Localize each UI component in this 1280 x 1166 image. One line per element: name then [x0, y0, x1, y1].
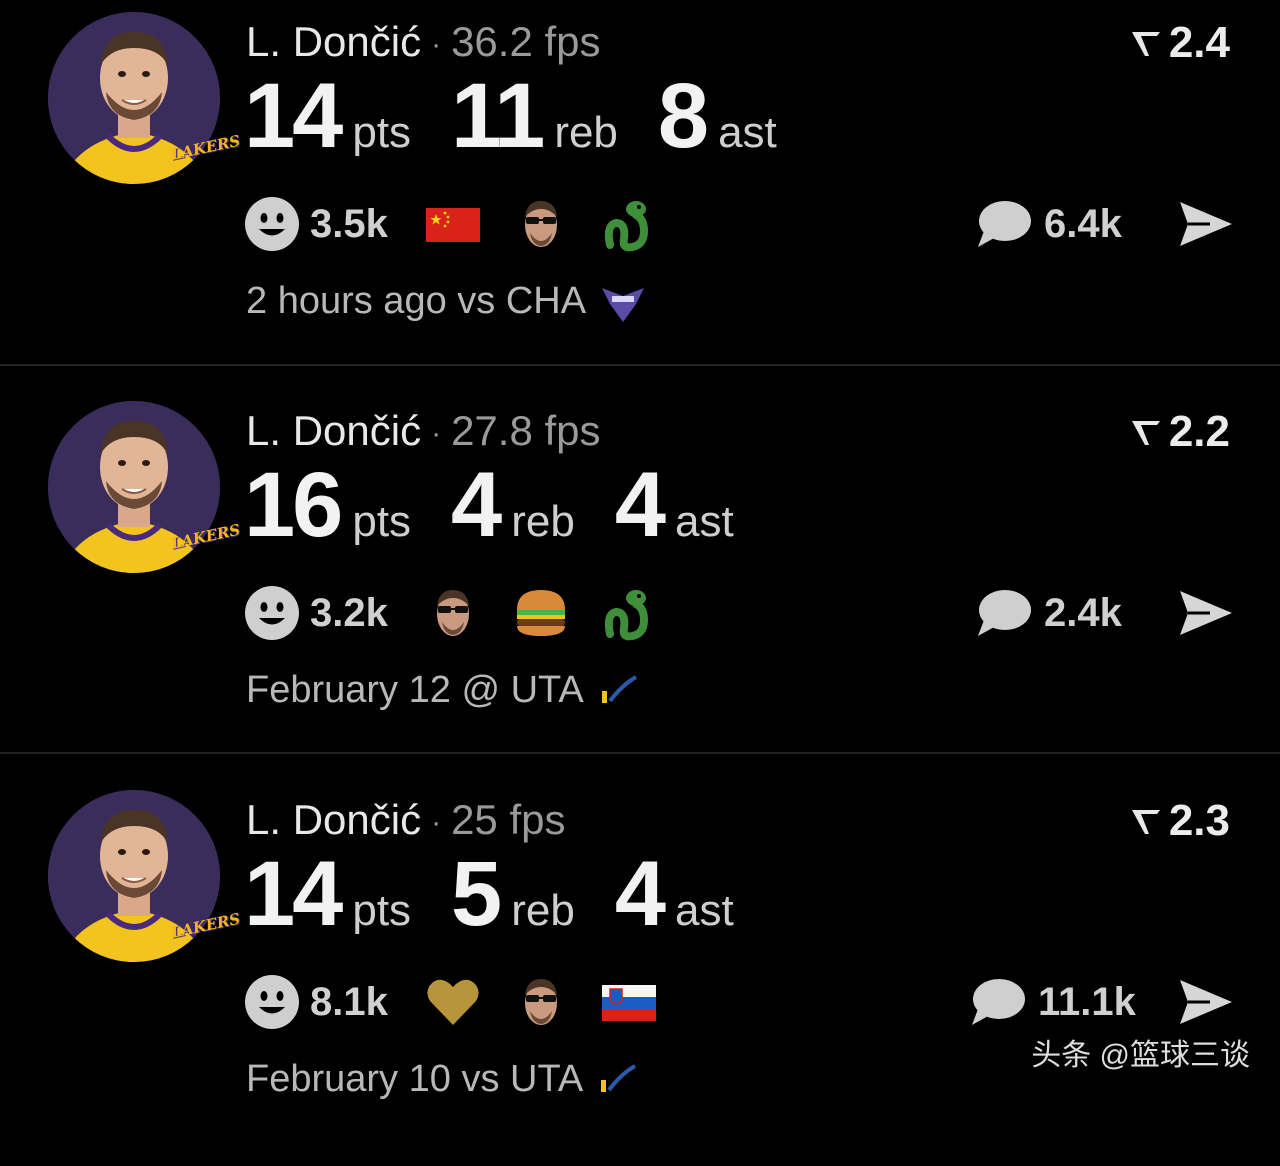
player-name[interactable]: L. Dončić [246, 18, 421, 65]
snake-emoji[interactable] [600, 584, 658, 642]
stat-line: 16 pts 4 reb 4 ast [244, 459, 774, 551]
stat-line: 14 pts 5 reb 4 ast [244, 848, 774, 940]
game-time-opponent[interactable]: 2 hours ago vs CHA [246, 280, 586, 323]
snake-emoji[interactable] [600, 195, 658, 253]
comment-icon [972, 979, 1025, 1025]
post-title: L. Dončić · 36.2 fps [246, 18, 601, 66]
gold-heart-emoji[interactable] [424, 973, 482, 1031]
reaction-count: 8.1k [310, 979, 388, 1024]
title-separator: · [431, 27, 442, 61]
comments[interactable]: 2.4k [974, 581, 1122, 645]
points-value: 14 [244, 843, 343, 945]
share-icon[interactable] [1176, 974, 1234, 1030]
rating[interactable]: 2.3 [1129, 796, 1230, 846]
post-card-3[interactable]: LAKERS L. Dončić · 25 fps 2.3 14 pts 5 reb 4… [0, 778, 1280, 1166]
sunglasses-luka-emoji[interactable] [424, 584, 482, 642]
sunglasses-luka-emoji[interactable] [512, 195, 570, 253]
assists-unit: ast [674, 886, 734, 935]
slovenia-flag-emoji[interactable] [600, 973, 658, 1031]
card-divider [0, 752, 1280, 754]
smiley-reaction-icon[interactable] [244, 974, 300, 1030]
comment-count: 6.4k [1044, 201, 1122, 246]
title-separator: · [431, 805, 442, 839]
share-icon[interactable] [1176, 196, 1234, 252]
reactions-bar: 3.2k [244, 581, 688, 645]
rating-icon [1131, 421, 1160, 445]
game-info: February 10 vs UTA [246, 1056, 645, 1102]
fantasy-points: 25 fps [451, 796, 566, 843]
points-value: 14 [244, 65, 343, 167]
points-value: 16 [244, 454, 343, 556]
player-name[interactable]: L. Dončić [246, 796, 421, 843]
comment-icon [978, 590, 1031, 636]
rebounds-unit: reb [511, 886, 575, 935]
rating-icon [1131, 32, 1160, 56]
hornets-logo-icon [602, 288, 645, 322]
title-separator: · [431, 416, 442, 450]
card-divider [0, 364, 1280, 366]
comment-icon [978, 201, 1031, 247]
comment-count: 11.1k [1038, 979, 1136, 1024]
comments[interactable]: 6.4k [974, 192, 1122, 256]
china-flag-emoji[interactable] [424, 195, 482, 253]
sunglasses-luka-emoji[interactable] [512, 973, 570, 1031]
points-unit: pts [352, 108, 412, 157]
post-title: L. Dončić · 25 fps [246, 796, 566, 844]
rebounds-unit: reb [511, 497, 575, 546]
watermark: 头条 @篮球三谈 [1031, 1039, 1250, 1072]
assists-value: 4 [614, 454, 666, 556]
rating-value: 2.4 [1168, 18, 1230, 67]
share-icon[interactable] [1176, 585, 1234, 641]
smiley-reaction-icon[interactable] [244, 585, 300, 641]
rating[interactable]: 2.4 [1129, 18, 1230, 68]
smiley-reaction-icon[interactable] [244, 196, 300, 252]
reactions-bar: 8.1k [244, 970, 688, 1034]
comments[interactable]: 11.1k [968, 970, 1136, 1034]
assists-unit: ast [718, 108, 777, 157]
game-info: 2 hours ago vs CHA [246, 278, 648, 324]
reactions-bar: 3.5k [244, 192, 688, 256]
comment-count: 2.4k [1044, 590, 1122, 635]
rebounds-value: 11 [451, 65, 545, 167]
reaction-count: 3.5k [310, 201, 388, 246]
points-unit: pts [352, 497, 412, 546]
jazz-logo-icon [601, 1064, 637, 1092]
rating-value: 2.3 [1168, 796, 1230, 845]
post-card-2[interactable]: LAKERS L. Dončić · 27.8 fps 2.2 16 pts 4 reb… [0, 389, 1280, 777]
rating-icon [1131, 810, 1160, 834]
assists-value: 4 [614, 843, 666, 945]
burger-emoji[interactable] [512, 584, 570, 642]
fantasy-points: 36.2 fps [451, 18, 601, 65]
post-card-1[interactable]: LAKERS L. Dončić · 36.2 fps 2.4 14 pts 11 re… [0, 0, 1280, 388]
game-time-opponent[interactable]: February 12 @ UTA [246, 669, 584, 712]
rebounds-value: 5 [451, 843, 502, 945]
jazz-logo-icon [601, 675, 637, 703]
post-title: L. Dončić · 27.8 fps [246, 407, 601, 455]
rebounds-value: 4 [451, 454, 502, 556]
stat-line: 14 pts 11 reb 8 ast [244, 70, 817, 162]
assists-unit: ast [674, 497, 734, 546]
rebounds-unit: reb [554, 108, 618, 157]
player-name[interactable]: L. Dončić [246, 407, 421, 454]
rating[interactable]: 2.2 [1129, 407, 1230, 457]
reaction-count: 3.2k [310, 590, 388, 635]
game-time-opponent[interactable]: February 10 vs UTA [246, 1058, 583, 1101]
fantasy-points: 27.8 fps [451, 407, 601, 454]
points-unit: pts [352, 886, 412, 935]
assists-value: 8 [657, 65, 709, 167]
rating-value: 2.2 [1168, 407, 1230, 456]
game-info: February 12 @ UTA [246, 667, 646, 713]
